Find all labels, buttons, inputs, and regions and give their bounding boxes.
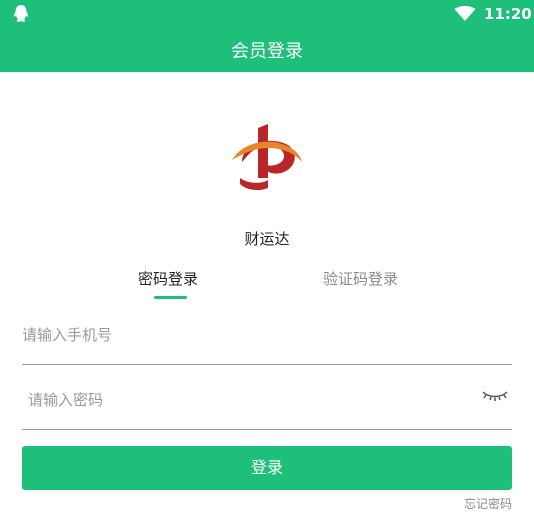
eye-closed-icon[interactable] xyxy=(481,388,509,404)
tab-password-login[interactable]: 密码登录 xyxy=(138,268,198,289)
status-time: 11:20 xyxy=(484,5,532,23)
login-button[interactable]: 登录 xyxy=(22,446,512,490)
password-input[interactable] xyxy=(28,385,468,415)
password-field xyxy=(22,385,512,430)
qq-icon xyxy=(13,5,29,22)
page-title: 会员登录 xyxy=(231,41,303,62)
forgot-password-link[interactable]: 忘记密码 xyxy=(464,495,512,512)
status-bar: 11:20 xyxy=(0,0,534,28)
app-bar: 会员登录 xyxy=(0,28,534,72)
app-name: 财运达 xyxy=(244,230,290,248)
app-logo xyxy=(232,124,302,191)
phone-input[interactable] xyxy=(22,320,462,350)
phone-field xyxy=(22,320,512,365)
tab-indicator xyxy=(154,296,187,299)
wifi-icon xyxy=(454,6,476,21)
tab-code-login[interactable]: 验证码登录 xyxy=(323,268,398,289)
